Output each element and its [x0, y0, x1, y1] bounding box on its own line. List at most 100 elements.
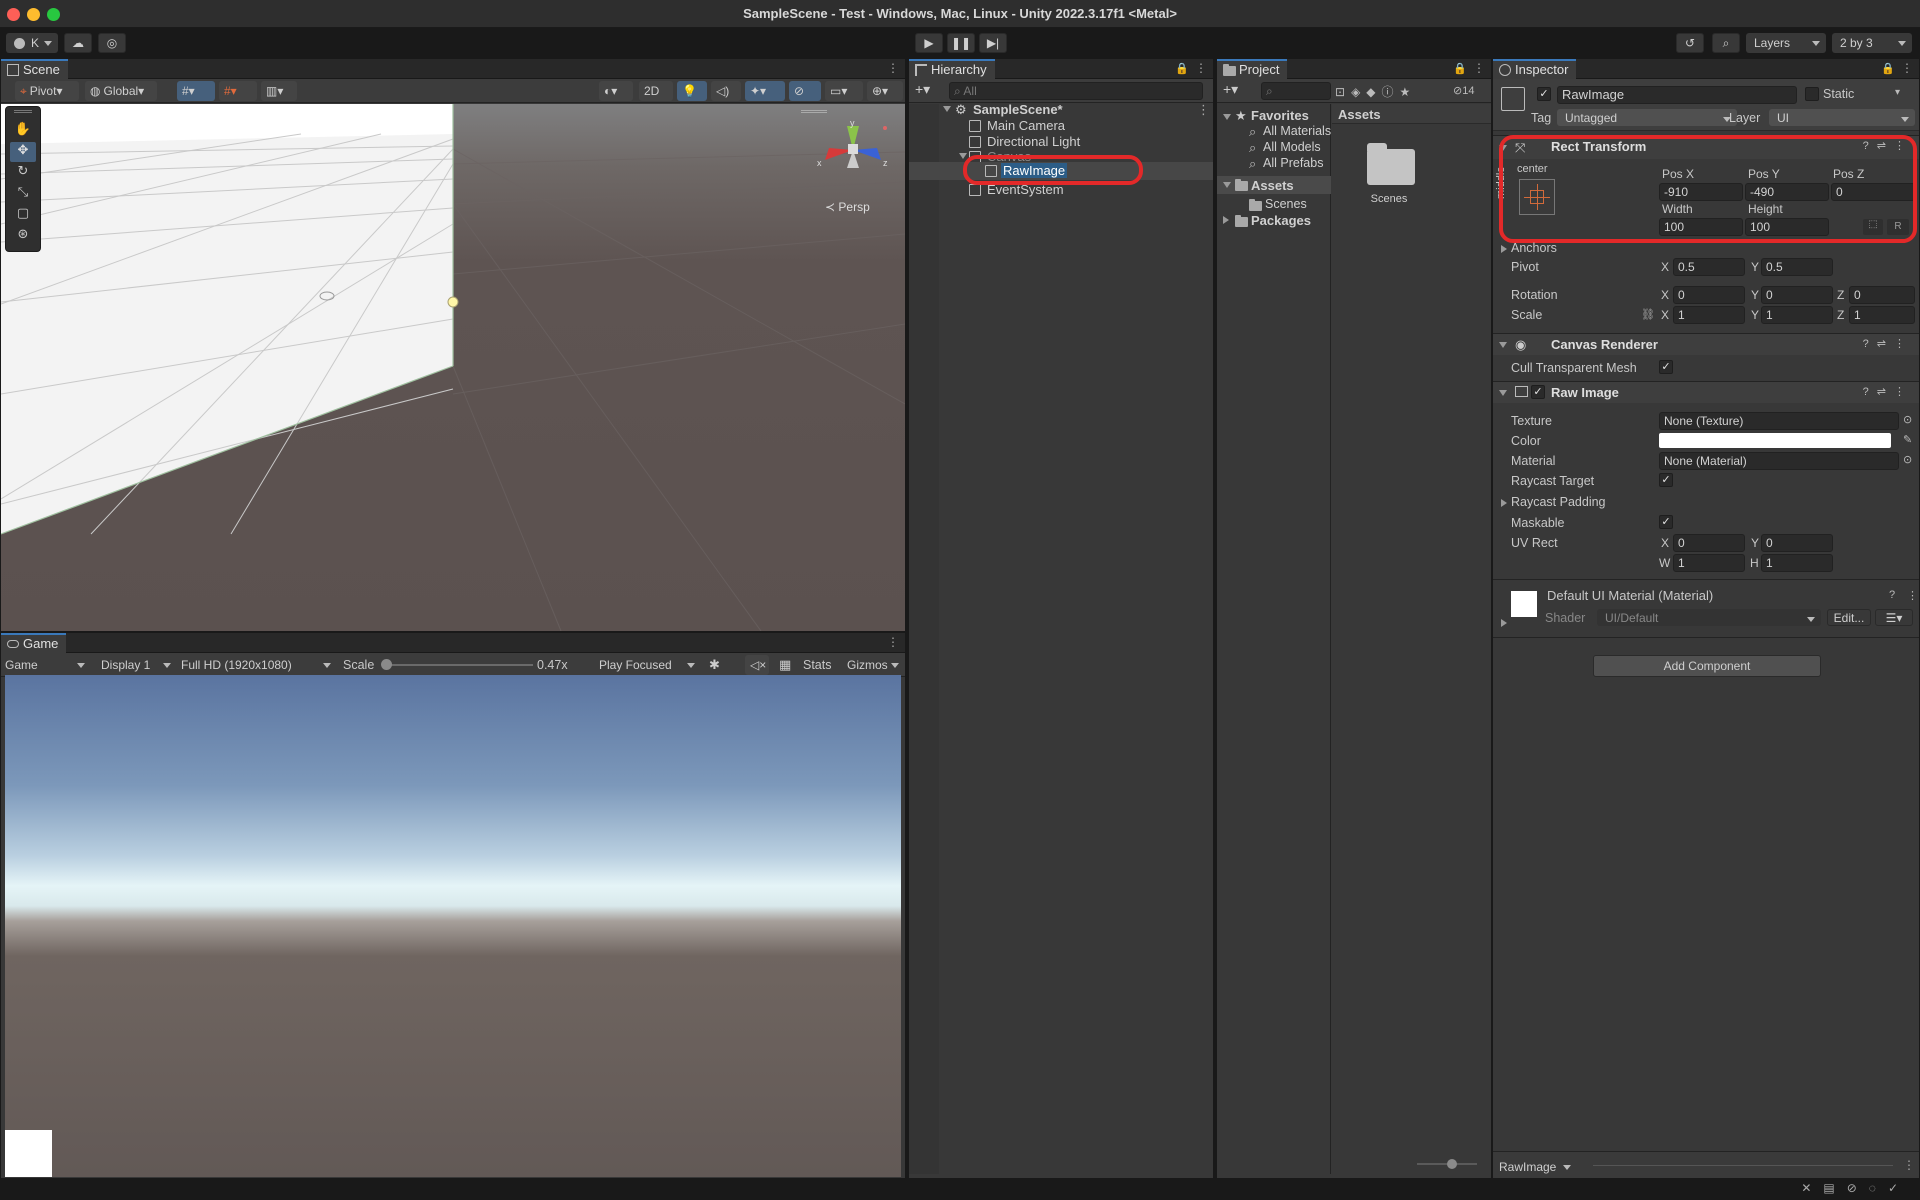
snap-settings-button[interactable]: ▥▾	[261, 81, 297, 101]
shader-dropdown[interactable]: UI/Default	[1597, 609, 1821, 626]
icon-size-slider[interactable]	[1417, 1159, 1477, 1169]
help-icon[interactable]: ?	[1889, 589, 1895, 601]
scale-tool-icon[interactable]: ⤡	[10, 184, 36, 204]
tree-packages[interactable]: Packages	[1251, 213, 1311, 228]
collab-button[interactable]: ◎	[98, 33, 126, 53]
lock-icon[interactable]: 🔒	[1175, 62, 1189, 75]
hand-tool-icon[interactable]: ✋	[10, 121, 36, 141]
pivot-x-input[interactable]: 0.5	[1673, 258, 1745, 276]
scale-slider-thumb[interactable]	[381, 659, 392, 670]
uv-w-input[interactable]: 1	[1673, 554, 1745, 572]
bug-icon[interactable]: ✱	[709, 657, 720, 673]
scale-x-input[interactable]: 1	[1673, 306, 1745, 324]
rect-tool-icon[interactable]: ▢	[10, 205, 36, 225]
gizmos-dropdown[interactable]: ⊕▾	[867, 81, 903, 101]
tab-scene[interactable]: Scene	[1, 59, 68, 80]
transform-tool-icon[interactable]: ⊛	[10, 226, 36, 246]
grid-snap-button[interactable]: #▾	[177, 81, 215, 101]
undo-history-button[interactable]: ↺	[1676, 33, 1704, 53]
scale-slider-track[interactable]	[381, 659, 533, 670]
hidden-packages-toggle[interactable]: ⊘14	[1453, 84, 1474, 97]
lock-icon[interactable]: 🔒	[1881, 62, 1895, 75]
texture-field[interactable]: None (Texture)	[1659, 412, 1899, 430]
resolution-dropdown[interactable]: Full HD (1920x1080)	[173, 655, 337, 675]
step-button[interactable]: ▶|	[979, 33, 1007, 53]
tab-hierarchy[interactable]: Hierarchy	[909, 59, 995, 80]
draw-mode-button[interactable]: ◐▾	[599, 81, 633, 101]
preview-object-dropdown[interactable]: RawImage	[1495, 1157, 1577, 1177]
anchors-foldout-icon[interactable]	[1501, 245, 1507, 253]
rotate-tool-icon[interactable]: ↻	[10, 163, 36, 183]
layer-dropdown[interactable]: UI	[1769, 109, 1915, 126]
orientation-gizmo[interactable]: y x z	[813, 118, 893, 182]
project-create-dropdown[interactable]: +▾	[1223, 81, 1238, 98]
hierarchy-search-input[interactable]: ⌕ All	[949, 82, 1203, 100]
raycast-target-checkbox[interactable]: ✓	[1659, 473, 1673, 487]
rotation-z-input[interactable]: 0	[1849, 286, 1915, 304]
move-tool-icon[interactable]: ✥	[10, 142, 36, 162]
gizmo-handle[interactable]	[801, 110, 827, 113]
status-icons[interactable]: ✕▤⊘◌✓	[1801, 1181, 1910, 1195]
canvas-renderer-header[interactable]: ◉ Canvas Renderer ?⇌⋮	[1493, 333, 1919, 355]
raycast-padding-label[interactable]: Raycast Padding	[1511, 495, 1606, 509]
collapse-arrow-icon[interactable]	[1223, 216, 1229, 224]
material-menu-icon[interactable]: ⋮	[1907, 589, 1918, 602]
inspector-menu-icon[interactable]: ⋮	[1901, 62, 1913, 74]
audio-toggle[interactable]: ◁)	[711, 81, 741, 101]
layout-dropdown[interactable]: 2 by 3	[1832, 33, 1912, 53]
scene-menu-icon[interactable]: ⋮	[887, 62, 899, 74]
tag-dropdown[interactable]: Untagged	[1557, 109, 1737, 126]
expand-arrow-icon[interactable]	[959, 153, 967, 159]
active-checkbox[interactable]: ✓	[1537, 87, 1551, 101]
lock-icon[interactable]: 🔒	[1453, 62, 1467, 75]
fav-all-prefabs[interactable]: All Prefabs	[1263, 156, 1323, 170]
game-view[interactable]	[5, 675, 901, 1177]
tree-scenes[interactable]: Scenes	[1265, 197, 1307, 211]
fav-all-materials[interactable]: All Materials	[1263, 124, 1331, 138]
scene-viewport[interactable]: ✋ ✥ ↻ ⤡ ▢ ⊛ y x z ≺ Persp	[1, 104, 905, 631]
fav-all-models[interactable]: All Models	[1263, 140, 1321, 154]
foldout-arrow-icon[interactable]	[1499, 342, 1507, 348]
scale-z-input[interactable]: 1	[1849, 306, 1915, 324]
component-header-icons[interactable]: ?⇌⋮	[1863, 385, 1913, 398]
project-search-input[interactable]: ⌕	[1261, 82, 1331, 100]
global-dropdown[interactable]: ◍ Global ▾	[85, 81, 157, 101]
mute-audio-toggle[interactable]: ◁×	[745, 655, 769, 675]
pause-button[interactable]: ❚❚	[947, 33, 975, 53]
static-checkbox[interactable]	[1805, 87, 1819, 101]
tab-inspector[interactable]: Inspector	[1493, 59, 1577, 80]
layers-dropdown[interactable]: Layers	[1746, 33, 1826, 53]
play-button[interactable]: ▶	[915, 33, 943, 53]
search-button[interactable]: ⌕	[1712, 33, 1740, 53]
pivot-y-input[interactable]: 0.5	[1761, 258, 1833, 276]
raw-image-enabled-checkbox[interactable]: ✓	[1531, 385, 1545, 399]
visibility-toggle[interactable]: ⊘	[789, 81, 821, 101]
stats-button[interactable]: Stats	[803, 658, 832, 672]
rotation-y-input[interactable]: 0	[1761, 286, 1833, 304]
expand-arrow-icon[interactable]	[1223, 182, 1231, 188]
shader-edit-button[interactable]: Edit...	[1827, 609, 1871, 626]
hierarchy-menu-icon[interactable]: ⋮	[1195, 62, 1207, 74]
tab-game[interactable]: Game	[1, 633, 67, 654]
cull-transparent-checkbox[interactable]: ✓	[1659, 360, 1673, 374]
tab-project[interactable]: Project	[1217, 59, 1288, 80]
tree-assets-row[interactable]: Assets	[1217, 176, 1331, 194]
camera-dropdown[interactable]: ▭▾	[825, 81, 863, 101]
material-foldout-icon[interactable]	[1501, 619, 1507, 627]
color-swatch[interactable]	[1659, 433, 1891, 448]
keyboard-icon[interactable]: ▦	[779, 657, 791, 673]
lighting-toggle[interactable]: 💡	[677, 81, 707, 101]
effects-dropdown[interactable]: ✦▾	[745, 81, 785, 101]
account-dropdown[interactable]: K	[6, 33, 58, 53]
object-name-input[interactable]: RawImage	[1557, 86, 1797, 104]
object-picker-icon[interactable]: ⊙	[1903, 413, 1912, 426]
game-menu-icon[interactable]: ⋮	[887, 636, 899, 648]
object-picker-icon[interactable]: ⊙	[1903, 453, 1912, 466]
favorites-label[interactable]: Favorites	[1251, 108, 1309, 123]
footer-menu-icon[interactable]: ⋮	[1903, 1158, 1915, 1172]
material-field[interactable]: None (Material)	[1659, 452, 1899, 470]
maskable-checkbox[interactable]: ✓	[1659, 515, 1673, 529]
cloud-button[interactable]: ☁	[64, 33, 92, 53]
create-dropdown[interactable]: +▾	[915, 81, 930, 98]
pivot-dropdown[interactable]: ⌖ Pivot ▾	[15, 81, 79, 101]
